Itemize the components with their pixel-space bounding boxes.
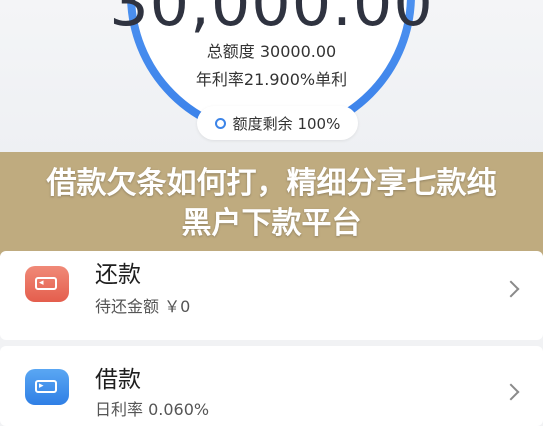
chevron-right-icon[interactable] [502,383,520,401]
article-title: 借款欠条如何打，精细分享七款纯黑户下款平台 [46,166,497,241]
repay-card-icon: ◂ [25,266,69,302]
total-credit-label: 总额度 30000.00 [206,42,337,61]
annual-rate-label: 年利率21.900%单利 [195,70,348,89]
status-dot-icon [214,117,226,129]
daily-rate-label: 日利率 0.060% [95,400,210,419]
borrow-card[interactable]: ▸ 借款 日利率 0.060% [0,346,543,426]
repay-title: 还款 [95,262,141,288]
chevron-right-icon[interactable] [502,280,520,298]
loan-app-screen: 30,000.00 总额度 30000.00 年利率21.900%单利 额度剩余… [0,0,543,426]
article-title-banner: 借款欠条如何打，精细分享七款纯黑户下款平台 [0,152,543,256]
repay-pending-amount: 待还金额 ￥0 [95,297,191,316]
credit-remaining-badge: 额度剩余 100% [197,106,358,140]
arrow-left-icon: ◂ [39,278,44,288]
credit-amount: 30,000.00 [109,0,434,40]
repay-card[interactable]: ◂ 还款 待还金额 ￥0 [0,251,543,340]
credit-overview: 30,000.00 总额度 30000.00 年利率21.900%单利 额度剩余… [0,0,543,158]
borrow-card-icon: ▸ [25,369,69,405]
borrow-title: 借款 [95,367,141,393]
credit-remaining-label: 额度剩余 100% [232,114,341,133]
arrow-right-icon: ▸ [39,381,44,391]
